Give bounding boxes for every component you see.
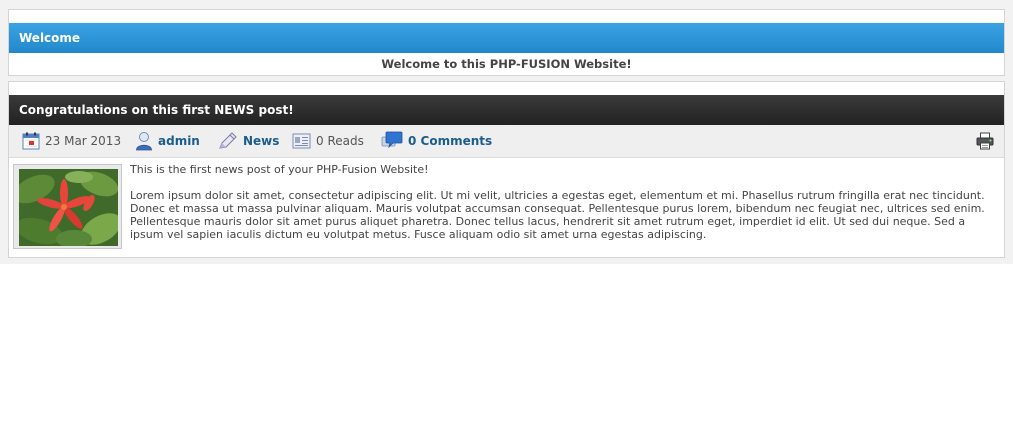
news-meta-bar: 23 Mar 2013 admin News 0 Reads 0 Comment…	[9, 125, 1004, 158]
content-area: Welcome Welcome to this PHP-FUSION Websi…	[0, 0, 1013, 264]
news-date-text: 23 Mar 2013	[45, 134, 122, 148]
news-category[interactable]: News	[218, 125, 279, 157]
welcome-title: Welcome	[9, 23, 1004, 53]
welcome-message: Welcome to this PHP-FUSION Website!	[381, 57, 632, 71]
news-title[interactable]: Congratulations on this first NEWS post!	[9, 95, 1004, 125]
author-link[interactable]: admin	[158, 134, 200, 148]
print-button[interactable]	[976, 125, 994, 157]
news-image[interactable]	[13, 164, 122, 249]
pencil-icon	[218, 132, 238, 150]
printer-icon	[976, 132, 994, 150]
news-date: 23 Mar 2013	[22, 125, 121, 157]
news-panel: Congratulations on this first NEWS post!…	[8, 81, 1005, 258]
panel-top-strip	[9, 10, 1004, 23]
news-body: This is the first news post of your PHP-…	[9, 158, 1004, 258]
comments-link[interactable]: 0 Comments	[408, 134, 492, 148]
reads-count: 0 Reads	[316, 134, 364, 148]
category-link[interactable]: News	[243, 134, 279, 148]
calendar-icon	[22, 132, 40, 150]
news-author[interactable]: admin	[135, 125, 200, 157]
comment-icon	[381, 131, 403, 151]
news-comments[interactable]: 0 Comments	[381, 125, 492, 157]
reads-icon	[292, 132, 311, 150]
user-icon	[135, 131, 153, 151]
welcome-panel: Welcome Welcome to this PHP-FUSION Websi…	[8, 9, 1005, 76]
news-paragraph: Lorem ipsum dolor sit amet, consectetur …	[130, 189, 985, 241]
panel-top-strip	[9, 82, 1004, 95]
news-reads: 0 Reads	[292, 125, 364, 157]
news-content: This is the first news post of your PHP-…	[130, 163, 990, 254]
news-intro: This is the first news post of your PHP-…	[130, 163, 429, 176]
